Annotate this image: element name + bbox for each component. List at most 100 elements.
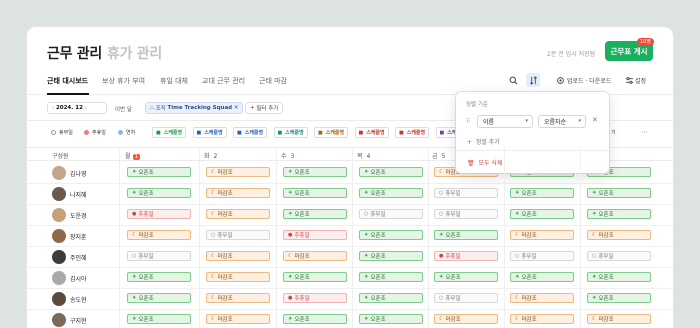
member-name[interactable]: 주인혜	[70, 253, 87, 262]
shift-cell[interactable]: ☾ 마감조	[206, 251, 270, 261]
avatar[interactable]	[52, 271, 66, 285]
member-name[interactable]: 나지혜	[70, 190, 87, 199]
shift-cell[interactable]: ☀오픈조	[359, 314, 423, 324]
shift-cell[interactable]: ☀오픈조	[359, 251, 423, 261]
leave-management-link[interactable]: 휴가 관리	[107, 43, 162, 63]
shift-cell[interactable]: ○ 휴무일	[434, 209, 498, 219]
avatar[interactable]	[52, 208, 66, 222]
avatar[interactable]	[52, 292, 66, 306]
shift-cell[interactable]: ☀오픈조	[359, 167, 423, 177]
remove-filter-icon[interactable]: ✕	[234, 105, 239, 111]
prev-month-icon[interactable]: ‹	[52, 105, 54, 111]
month-value: 2024. 12	[55, 105, 83, 111]
shift-cell[interactable]: ☀오픈조	[434, 230, 498, 240]
tab-2[interactable]: 휴일 대체	[160, 76, 188, 86]
legend-overflow: 기	[611, 130, 616, 136]
shift-cell[interactable]: ☀오픈조	[283, 314, 347, 324]
shift-cell[interactable]: ☀오픈조	[283, 209, 347, 219]
shift-cell[interactable]: ☀오픈조	[127, 314, 191, 324]
shift-cell[interactable]: ☾ 마감조	[206, 272, 270, 282]
shift-cell[interactable]: ● 주휴일	[283, 293, 347, 303]
avatar[interactable]	[52, 166, 66, 180]
member-name[interactable]: 김시아	[70, 274, 87, 283]
tab-4[interactable]: 근태 마감	[259, 76, 287, 86]
search-button[interactable]	[506, 73, 520, 87]
shift-cell[interactable]: ☀오픈조	[127, 188, 191, 198]
shift-cell[interactable]: ○ 휴무일	[206, 230, 270, 240]
shift-cell[interactable]: ☀오픈조	[283, 167, 347, 177]
sun-icon: ☀	[364, 274, 369, 280]
more-options-icon[interactable]: ⋯	[641, 128, 648, 136]
shift-cell[interactable]: ○ 휴무일	[359, 209, 423, 219]
day-number: 4	[366, 153, 371, 160]
shift-cell[interactable]: ☾ 마감조	[206, 188, 270, 198]
shift-cell[interactable]: ● 주휴일	[283, 230, 347, 240]
settings-label[interactable]: 설정	[635, 76, 646, 85]
shift-cell[interactable]: ☀오픈조	[127, 293, 191, 303]
upload-download-label[interactable]: 업로드 · 다운로드	[567, 76, 611, 85]
shift-cell[interactable]: ☾ 마감조	[206, 209, 270, 219]
shift-cell[interactable]: ☀오픈조	[587, 272, 651, 282]
shift-cell[interactable]: ☾ 마감조	[206, 293, 270, 303]
add-sort-button[interactable]: + 정렬 추가	[467, 137, 500, 146]
shift-cell[interactable]: ☾ 마감조	[434, 314, 498, 324]
shift-cell[interactable]: ○ 휴무일	[434, 188, 498, 198]
shift-cell[interactable]: ● 주휴일	[434, 251, 498, 261]
shift-cell[interactable]: ☾ 마감조	[587, 230, 651, 240]
member-name[interactable]: 김나영	[70, 169, 87, 178]
shift-cell[interactable]: ☀오픈조	[587, 293, 651, 303]
next-month-icon[interactable]: ›	[85, 105, 87, 111]
shift-cell[interactable]: ☾ 마감조	[127, 230, 191, 240]
avatar[interactable]	[52, 229, 66, 243]
shift-cell[interactable]: ● 주휴일	[127, 209, 191, 219]
member-name[interactable]: 송도현	[70, 295, 87, 304]
member-name[interactable]: 구지현	[70, 316, 87, 325]
tab-0[interactable]: 근태 대시보드	[47, 76, 88, 86]
shift-cell[interactable]: ☀오픈조	[283, 272, 347, 282]
remove-sort-icon[interactable]: ✕	[592, 116, 598, 124]
shift-cell[interactable]: ☾ 마감조	[283, 251, 347, 261]
add-filter-button[interactable]: + 필터 추가	[245, 102, 284, 114]
current-month-link[interactable]: 이번 달	[115, 105, 132, 113]
shift-cell[interactable]: ☀오픈조	[434, 272, 498, 282]
member-name[interactable]: 도운경	[70, 211, 87, 220]
member-name[interactable]: 장지훈	[70, 232, 87, 241]
shift-cell[interactable]: ○ 휴무일	[510, 251, 574, 261]
month-picker[interactable]: ‹ 2024. 12 ›	[47, 102, 107, 114]
shift-cell[interactable]: ☾ 마감조	[510, 314, 574, 324]
settings-button[interactable]	[622, 73, 636, 87]
shift-cell[interactable]: ☀오픈조	[359, 230, 423, 240]
upload-download-button[interactable]	[553, 73, 567, 87]
shift-cell[interactable]: ☾ 마감조	[510, 293, 574, 303]
shift-cell[interactable]: ☾ 마감조	[206, 314, 270, 324]
shift-cell[interactable]: ☀오픈조	[587, 209, 651, 219]
avatar[interactable]	[52, 250, 66, 264]
shift-cell[interactable]: ☀오픈조	[510, 272, 574, 282]
shift-cell[interactable]: ☀오픈조	[587, 188, 651, 198]
shift-cell[interactable]: ☀오픈조	[359, 188, 423, 198]
avatar[interactable]	[52, 313, 66, 327]
delete-all-sort-button[interactable]: 🗑 모두 삭제	[467, 158, 502, 167]
shift-cell[interactable]: ☾ 마감조	[510, 230, 574, 240]
shift-cell[interactable]: ○ 휴무일	[127, 251, 191, 261]
avatar[interactable]	[52, 187, 66, 201]
shift-cell[interactable]: ○ 휴무일	[434, 293, 498, 303]
shift-cell[interactable]: ☀오픈조	[510, 188, 574, 198]
org-filter-chip[interactable]: ⛬ 조직 Time Tracking Squad ✕	[145, 102, 244, 114]
shift-cell[interactable]: ○ 휴무일	[587, 251, 651, 261]
sort-button[interactable]	[526, 73, 540, 87]
shift-cell[interactable]: ☾ 마감조	[587, 314, 651, 324]
shift-cell[interactable]: ☀오픈조	[127, 167, 191, 177]
shift-cell[interactable]: ☾ 마감조	[206, 167, 270, 177]
shift-cell[interactable]: ☀오픈조	[283, 188, 347, 198]
sort-order-select[interactable]: 오름차순 ▾	[538, 115, 586, 128]
tab-1[interactable]: 보상 휴가 부여	[102, 76, 145, 86]
shift-cell[interactable]: ☀오픈조	[127, 272, 191, 282]
shift-cell[interactable]: ☀오픈조	[510, 209, 574, 219]
sort-field-select[interactable]: 이름 ▾	[477, 115, 533, 128]
shift-cell[interactable]: ☀오픈조	[359, 293, 423, 303]
shift-cell[interactable]: ☀오픈조	[359, 272, 423, 282]
tab-3[interactable]: 교대 근무 관리	[202, 76, 245, 86]
sun-icon: ☀	[592, 211, 597, 217]
drag-handle-icon[interactable]: ⠿	[466, 118, 470, 125]
